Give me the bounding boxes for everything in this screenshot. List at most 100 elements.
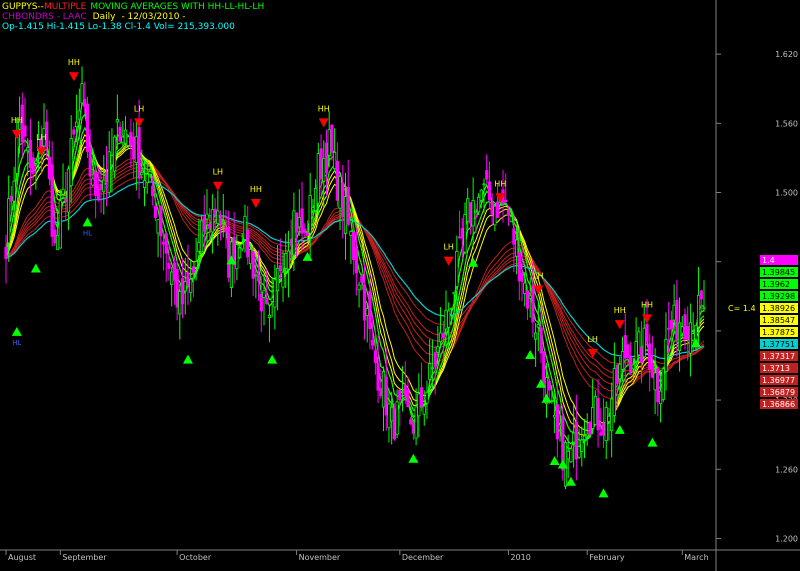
- bar-body: [275, 268, 280, 292]
- bar-body: [580, 439, 584, 452]
- bar-body: [433, 352, 437, 368]
- swing-high-label: LH: [587, 335, 597, 344]
- bar-body: [205, 213, 209, 220]
- bar-body: [183, 281, 187, 292]
- bar-body: [99, 183, 103, 190]
- bar-body: [194, 261, 198, 268]
- price-chart[interactable]: HH LH HH LH LH HH HH LH HH LH LH HH HH HL HL C= 1.4 1.6…: [0, 0, 800, 571]
- bar-body: [683, 314, 687, 340]
- bar-body: [151, 185, 155, 197]
- y-tick-label: 1.560: [775, 119, 798, 128]
- swing-high-marker: [134, 118, 145, 128]
- bar-body: [417, 393, 421, 417]
- period-label: Daily: [92, 12, 116, 22]
- swing-high-label: HH: [494, 179, 506, 188]
- bar-body: [314, 187, 318, 211]
- bar-body: [490, 201, 494, 215]
- price-label-text: 1.36879: [762, 388, 795, 397]
- bar-body: [159, 206, 163, 237]
- bar-body: [338, 175, 342, 209]
- bar-body: [558, 429, 562, 432]
- bar-body: [569, 448, 573, 463]
- bar-body: [354, 247, 358, 274]
- bar-body: [9, 195, 14, 202]
- bar-body: [56, 234, 60, 250]
- bar-body: [658, 390, 663, 405]
- bar-body: [669, 320, 674, 330]
- bar-body: [167, 263, 171, 269]
- swing-low-marker: [525, 349, 536, 359]
- bar-body: [118, 126, 122, 142]
- bar-body: [69, 138, 73, 187]
- bar-body: [349, 230, 353, 236]
- bar-body: [324, 142, 329, 173]
- swing-high-marker: [212, 181, 223, 191]
- bar-body: [555, 404, 559, 440]
- bar-body: [295, 212, 299, 233]
- bar-body: [525, 290, 530, 309]
- bar-body: [656, 368, 660, 403]
- swing-high-label: HH: [11, 116, 23, 125]
- y-tick-label: 1.500: [775, 189, 798, 198]
- bar-body: [330, 124, 334, 153]
- bar-body: [156, 218, 160, 234]
- swing-high-marker: [587, 348, 598, 358]
- bar-body: [604, 407, 608, 442]
- bar-body: [531, 284, 535, 323]
- bar-body: [460, 227, 464, 239]
- bar-body: [447, 310, 451, 328]
- bar-body: [425, 391, 429, 404]
- swing-high-marker: [68, 72, 79, 82]
- bar-body: [626, 344, 630, 358]
- bar-body: [601, 423, 606, 436]
- bar-body: [96, 189, 100, 200]
- bar-body: [485, 170, 489, 180]
- title-multiple: MULTIPLE: [43, 2, 87, 12]
- bar-body: [202, 217, 206, 232]
- swing-low-marker: [267, 354, 278, 364]
- bar-body: [4, 246, 8, 260]
- long-ma-30: [5, 156, 705, 399]
- bar-body: [528, 295, 532, 299]
- bar-body: [409, 419, 413, 424]
- bar-body: [199, 220, 204, 253]
- bar-body: [164, 233, 168, 254]
- bar-body: [61, 188, 65, 195]
- price-label-text: 1.37875: [762, 328, 795, 337]
- bar-body: [691, 333, 695, 341]
- bar-body: [675, 299, 679, 340]
- bar-body: [191, 266, 196, 273]
- bar-body: [80, 83, 84, 104]
- bar-body: [50, 164, 54, 237]
- bar-body: [346, 186, 350, 225]
- bar-body: [482, 183, 486, 186]
- bar-body: [466, 198, 470, 222]
- swing-high-marker: [443, 256, 454, 266]
- bar-body: [229, 241, 234, 288]
- bar-body: [281, 271, 285, 288]
- y-tick-label: 1.260: [775, 465, 798, 474]
- swing-low-marker: [598, 488, 609, 498]
- bar-body: [398, 390, 402, 401]
- price-label-text: 1.37317: [762, 352, 795, 361]
- bar-body: [574, 421, 578, 460]
- price-label-text: 1.39298: [762, 292, 795, 301]
- bar-body: [376, 363, 380, 391]
- bar-body: [286, 250, 291, 270]
- swing-high-label: HH: [68, 58, 80, 67]
- bar-body: [327, 129, 331, 156]
- swing-high-label: HH: [318, 104, 330, 113]
- bar-body: [240, 243, 244, 250]
- bar-body: [107, 151, 111, 193]
- bar-body: [672, 304, 676, 321]
- bar-body: [83, 98, 87, 108]
- bar-body: [267, 314, 272, 318]
- x-axis: August September October November December 20…: [5, 550, 709, 562]
- bar-body: [319, 148, 323, 180]
- bar-body: [148, 171, 152, 175]
- bar-body: [371, 339, 375, 346]
- x-tick-label: November: [299, 553, 341, 562]
- bar-body: [539, 327, 543, 354]
- x-tick-label: 2010: [510, 553, 530, 562]
- bar-body: [31, 157, 35, 174]
